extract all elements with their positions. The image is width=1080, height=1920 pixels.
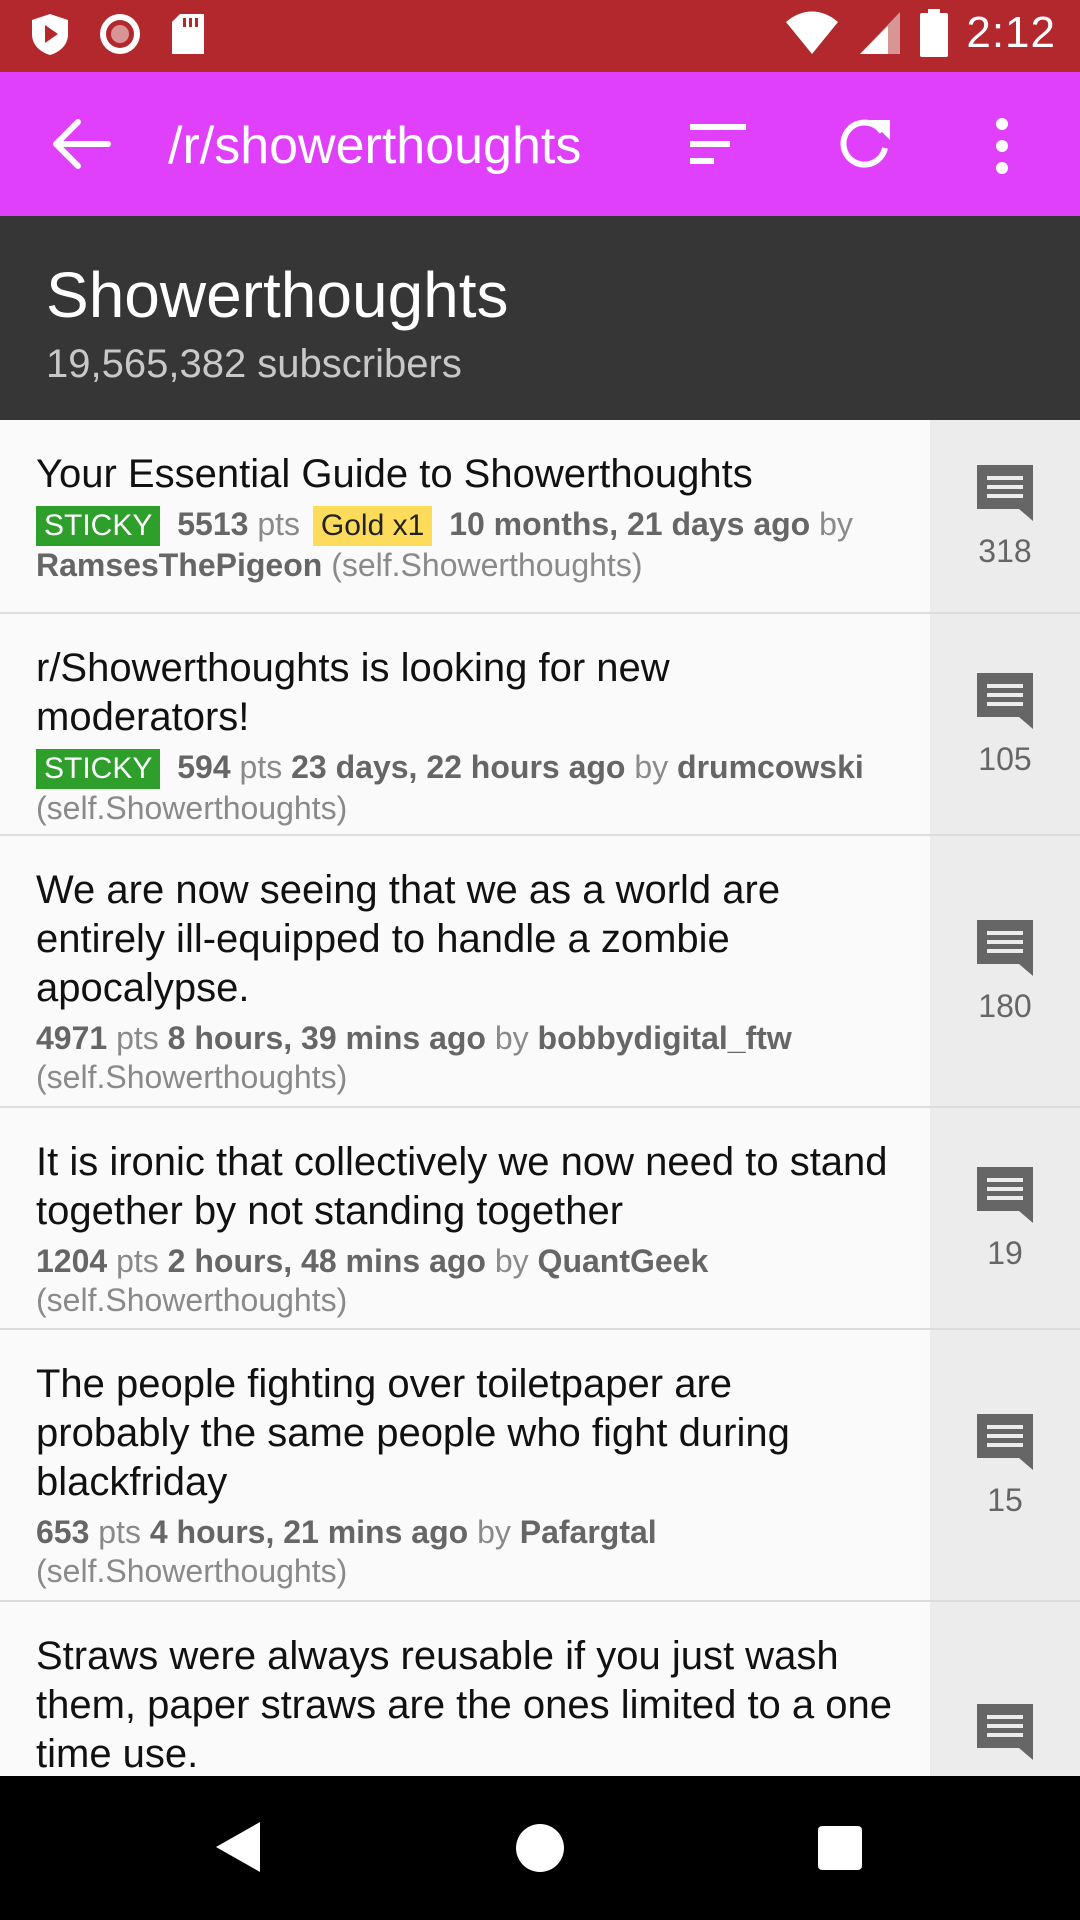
post-age: 4 hours, 21 mins ago — [149, 1514, 469, 1550]
post-body[interactable]: The people fighting over toiletpaper are… — [0, 1330, 930, 1615]
comment-count: 15 — [987, 1481, 1023, 1518]
list-item[interactable]: Your Essential Guide to Showerthoughts S… — [0, 420, 1080, 614]
sort-icon[interactable] — [688, 122, 748, 166]
post-body[interactable]: We are now seeing that we as a world are… — [0, 836, 930, 1121]
record-icon — [100, 14, 140, 54]
points-label: pts — [98, 1514, 141, 1550]
post-body[interactable]: r/Showerthoughts is looking for new mode… — [0, 614, 930, 852]
back-arrow-icon[interactable] — [52, 118, 112, 170]
signal-icon — [860, 12, 901, 54]
post-title: The people fighting over toiletpaper are… — [36, 1362, 790, 1504]
post-domain: (self.Showerthoughts) — [36, 1059, 348, 1095]
sticky-badge: STICKY — [36, 506, 161, 546]
post-title: We are now seeing that we as a world are… — [36, 868, 781, 1010]
subreddit-name: Showerthoughts — [46, 259, 509, 331]
status-time: 2:12 — [966, 8, 1056, 57]
by-label: by — [477, 1514, 511, 1550]
post-body[interactable]: Straws were always reusable if you just … — [0, 1602, 930, 1776]
points-label: pts — [239, 749, 283, 785]
shield-play-icon — [32, 14, 68, 55]
post-domain: (self.Showerthoughts) — [36, 790, 348, 826]
status-system-icons: 2:12 — [784, 8, 1056, 58]
comment-icon — [977, 1166, 1033, 1223]
comment-icon — [977, 919, 1033, 976]
post-meta: 653 pts 4 hours, 21 mins ago by Pafargta… — [36, 1513, 894, 1591]
comments-button[interactable]: 15 — [930, 1330, 1080, 1600]
post-meta: STICKY 5513 pts Gold x1 10 months, 21 da… — [36, 505, 894, 585]
comments-button[interactable]: 318 — [930, 420, 1080, 612]
comments-button[interactable] — [930, 1602, 1080, 1776]
post-points: 4971 — [36, 1020, 108, 1056]
system-nav-bar — [0, 1776, 1080, 1920]
post-body[interactable]: Your Essential Guide to Showerthoughts S… — [0, 420, 930, 609]
more-vert-icon[interactable] — [986, 116, 1018, 176]
post-title: Your Essential Guide to Showerthoughts — [36, 452, 753, 496]
points-label: pts — [116, 1243, 159, 1279]
sd-card-icon — [172, 14, 204, 54]
gold-badge: Gold x1 — [312, 506, 433, 546]
post-points: 1204 — [36, 1243, 108, 1279]
comment-count: 180 — [978, 987, 1032, 1024]
by-label: by — [494, 1020, 529, 1056]
comment-count: 105 — [978, 740, 1032, 777]
post-author[interactable]: RamsesThePigeon — [36, 547, 322, 583]
comment-icon — [977, 464, 1033, 521]
list-item[interactable]: It is ironic that collectively we now ne… — [0, 1108, 1080, 1330]
by-label: by — [494, 1243, 529, 1279]
post-domain: (self.Showerthoughts) — [36, 1553, 348, 1589]
subreddit-header: Showerthoughts 19,565,382 subscribers — [0, 216, 1080, 420]
comment-icon — [977, 1704, 1033, 1760]
post-meta: STICKY 594 pts 23 days, 22 hours ago by … — [36, 748, 894, 828]
comment-icon — [977, 672, 1033, 729]
back-triangle-icon[interactable] — [214, 1820, 262, 1874]
status-bar: 2:12 — [0, 0, 1080, 72]
list-item[interactable]: The people fighting over toiletpaper are… — [0, 1330, 1080, 1602]
comment-count: 19 — [987, 1234, 1023, 1271]
battery-icon — [920, 9, 949, 57]
status-notification-icons — [30, 12, 206, 56]
subscriber-count: 19,565,382 subscribers — [46, 342, 462, 386]
points-label: pts — [116, 1020, 159, 1056]
post-age: 8 hours, 39 mins ago — [167, 1020, 486, 1056]
points-label: pts — [257, 506, 301, 542]
list-item[interactable]: We are now seeing that we as a world are… — [0, 836, 1080, 1108]
comments-button[interactable]: 19 — [930, 1108, 1080, 1328]
post-author[interactable]: Pafargtal — [520, 1514, 657, 1550]
post-body[interactable]: It is ironic that collectively we now ne… — [0, 1108, 930, 1344]
recents-square-icon[interactable] — [818, 1826, 862, 1870]
post-title: r/Showerthoughts is looking for new mode… — [36, 646, 670, 739]
post-age: 10 months, 21 days ago — [449, 506, 811, 542]
post-author[interactable]: QuantGeek — [538, 1243, 709, 1279]
home-circle-icon[interactable] — [516, 1824, 564, 1872]
post-age: 2 hours, 48 mins ago — [167, 1243, 486, 1279]
post-points: 653 — [36, 1514, 90, 1550]
sticky-badge: STICKY — [36, 749, 161, 789]
by-label: by — [819, 506, 853, 542]
wifi-icon — [786, 11, 839, 54]
post-meta: 4971 pts 8 hours, 39 mins ago by bobbydi… — [36, 1019, 894, 1097]
comment-count: 318 — [978, 532, 1032, 569]
post-author[interactable]: drumcowski — [677, 749, 864, 785]
app-bar-title: /r/showerthoughts — [168, 117, 582, 175]
post-points: 5513 — [177, 506, 249, 542]
app-bar: /r/showerthoughts — [0, 72, 1080, 216]
comments-button[interactable]: 180 — [930, 836, 1080, 1106]
post-title: Straws were always reusable if you just … — [36, 1634, 893, 1776]
post-title: It is ironic that collectively we now ne… — [36, 1140, 888, 1233]
comment-icon — [977, 1413, 1033, 1470]
post-points: 594 — [177, 749, 231, 785]
post-domain: (self.Showerthoughts) — [331, 547, 643, 583]
post-domain: (self.Showerthoughts) — [36, 1282, 348, 1318]
post-age: 23 days, 22 hours ago — [291, 749, 626, 785]
list-item[interactable]: Straws were always reusable if you just … — [0, 1602, 1080, 1776]
post-meta: 1204 pts 2 hours, 48 mins ago by QuantGe… — [36, 1242, 894, 1320]
list-item[interactable]: r/Showerthoughts is looking for new mode… — [0, 614, 1080, 836]
refresh-icon[interactable] — [836, 116, 892, 172]
by-label: by — [634, 749, 669, 785]
post-author[interactable]: bobbydigital_ftw — [538, 1020, 792, 1056]
post-list[interactable]: Your Essential Guide to Showerthoughts S… — [0, 420, 1080, 1776]
comments-button[interactable]: 105 — [930, 614, 1080, 834]
